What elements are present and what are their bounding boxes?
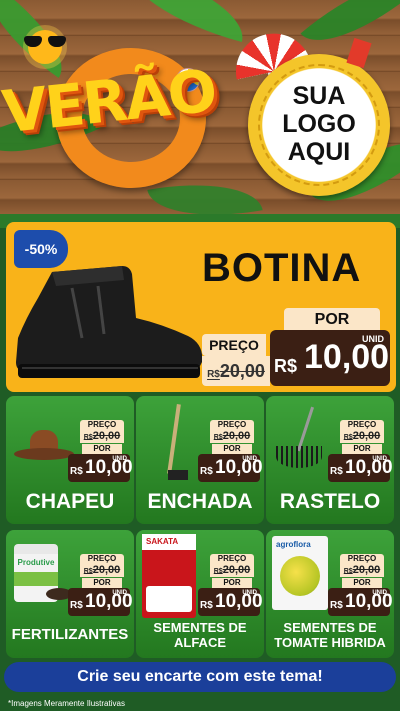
- por-label: POR: [342, 444, 382, 454]
- product-card-fertilizantes[interactable]: Produtive PREÇO R$20,00 POR UNID R$ 10,00 …: [6, 530, 134, 658]
- price-tag: PREÇO R$20,00 POR UNID R$ 10,00: [68, 420, 133, 482]
- palm-leaf: [116, 0, 254, 43]
- product-card-sementes-tomate[interactable]: agroflora PREÇO R$20,00 POR UNID R$ 10,00 …: [266, 530, 394, 658]
- product-name: ENCHADA: [147, 490, 253, 513]
- old-currency: R$: [207, 369, 220, 380]
- old-price: R$20,00: [340, 564, 384, 577]
- logo-line: AQUI: [287, 138, 351, 166]
- disclaimer-text: *Imagens Meramente Ilustrativas: [8, 699, 125, 708]
- feature-product-name: BOTINA: [202, 246, 362, 290]
- new-price: UNID R$ 10,00: [198, 588, 263, 616]
- product-grid: PREÇO R$20,00 POR UNID R$ 10,00 CHAPEU PRE…: [0, 396, 400, 658]
- new-price: UNID R$ 10,00: [68, 454, 133, 482]
- price-tag: PREÇO R$20,00 POR UNID R$ 10,00: [198, 554, 263, 616]
- seed-packet-icon: SAKATA: [142, 534, 196, 618]
- new-price: UNID R$ 10,00: [68, 588, 133, 616]
- product-name: SEMENTES DE TOMATE HIBRIDA: [274, 620, 386, 650]
- hat-icon: [14, 426, 74, 466]
- sunglasses-icon: [24, 36, 66, 48]
- header-banner: VERÃO SUA LOGO AQUI: [0, 0, 400, 218]
- new-price: UNID R$ 10,00: [328, 588, 393, 616]
- price-tag: PREÇO R$20,00 POR UNID R$ 10,00: [198, 420, 263, 482]
- new-currency: R$: [274, 356, 298, 376]
- price-tag: PREÇO R$20,00 POR UNID R$ 10,00: [328, 420, 393, 482]
- feature-price-tag: PREÇO R$20,00 POR UNID R$ 10,00: [202, 308, 390, 388]
- por-label: POR: [82, 578, 122, 588]
- logo-placeholder[interactable]: SUA LOGO AQUI: [248, 54, 390, 196]
- new-price-value: 10,00: [304, 338, 390, 376]
- price-label: PREÇO: [340, 420, 384, 430]
- price-label: PREÇO: [210, 420, 254, 430]
- featured-product-card[interactable]: -50% BOTINA PREÇO R$20,00 POR UNID R$ 10…: [6, 222, 396, 392]
- product-card-sementes-alface[interactable]: SAKATA PREÇO R$20,00 POR UNID R$ 10,00 SEM…: [136, 530, 264, 658]
- price-label: PREÇO: [80, 420, 124, 430]
- page-title: VERÃO: [0, 56, 219, 147]
- create-flyer-button[interactable]: Crie seu encarte com este tema!: [4, 662, 396, 692]
- old-price: R$20,00: [210, 430, 254, 443]
- product-name: SEMENTES DE ALFACE: [153, 620, 247, 650]
- flag-icon: [346, 37, 372, 69]
- old-price: R$20,00: [202, 356, 270, 386]
- discount-badge: -50%: [14, 230, 68, 268]
- logo-text: SUA LOGO AQUI: [248, 82, 390, 166]
- rake-icon: [270, 406, 330, 468]
- new-price: UNID R$ 10,00: [328, 454, 393, 482]
- por-label: POR: [212, 444, 252, 454]
- new-price: UNID R$ 10,00: [270, 330, 390, 386]
- seed-packet-icon: agroflora: [272, 536, 328, 610]
- price-tag: PREÇO R$20,00 POR UNID R$ 10,00: [328, 554, 393, 616]
- product-card-enchada[interactable]: PREÇO R$20,00 POR UNID R$ 10,00 ENCHADA: [136, 396, 264, 524]
- por-label: POR: [212, 578, 252, 588]
- product-name: FERTILIZANTES: [11, 626, 129, 643]
- new-price: UNID R$ 10,00: [198, 454, 263, 482]
- price-label: PREÇO: [202, 334, 266, 356]
- old-price: R$20,00: [210, 564, 254, 577]
- product-name: CHAPEU: [25, 490, 115, 513]
- product-card-rastelo[interactable]: PREÇO R$20,00 POR UNID R$ 10,00 RASTELO: [266, 396, 394, 524]
- hoe-icon: [158, 404, 198, 484]
- price-label: PREÇO: [340, 554, 384, 564]
- product-card-chapeu[interactable]: PREÇO R$20,00 POR UNID R$ 10,00 CHAPEU: [6, 396, 134, 524]
- old-price: R$20,00: [80, 564, 124, 577]
- por-label: POR: [284, 308, 380, 332]
- logo-line: LOGO: [282, 110, 356, 138]
- por-label: POR: [82, 444, 122, 454]
- boot-icon: [16, 266, 203, 378]
- price-tag: PREÇO R$20,00 POR UNID R$ 10,00: [68, 554, 133, 616]
- price-label: PREÇO: [210, 554, 254, 564]
- logo-line: SUA: [292, 82, 346, 110]
- price-label: PREÇO: [80, 554, 124, 564]
- old-price: R$20,00: [80, 430, 124, 443]
- por-label: POR: [342, 578, 382, 588]
- product-name: RASTELO: [279, 490, 381, 513]
- old-price: R$20,00: [340, 430, 384, 443]
- old-price-value: 20,00: [219, 361, 265, 381]
